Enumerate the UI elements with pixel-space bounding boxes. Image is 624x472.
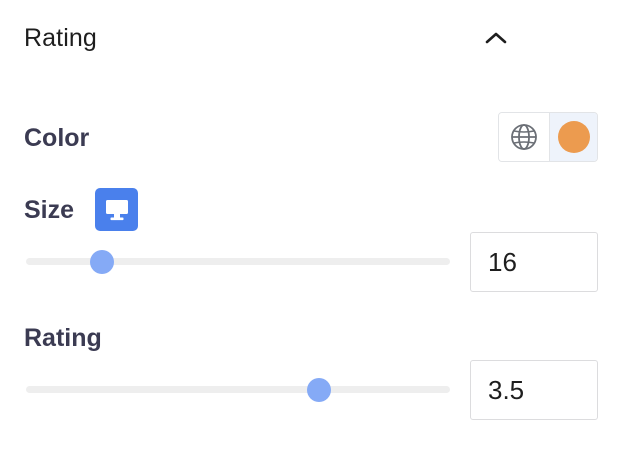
size-input[interactable] [470, 232, 598, 292]
size-label: Size [24, 196, 75, 224]
responsive-device-button[interactable] [95, 188, 138, 231]
rating-slider[interactable] [26, 378, 450, 402]
rating-settings-panel: Rating Color Size 16 Rating 3.5 [0, 0, 624, 472]
collapse-toggle[interactable] [480, 22, 512, 54]
color-control [498, 112, 598, 162]
globe-icon [511, 124, 537, 150]
rating-slider-thumb[interactable] [306, 378, 331, 402]
rating-input[interactable] [470, 360, 598, 420]
chevron-up-icon [485, 32, 507, 44]
panel-title: Rating [24, 24, 97, 52]
panel-header[interactable]: Rating [24, 18, 600, 62]
global-color-button[interactable] [499, 113, 550, 161]
color-label: Color [24, 124, 90, 152]
rating-label: Rating [24, 324, 102, 352]
size-slider-thumb[interactable] [90, 250, 115, 274]
size-slider[interactable] [26, 250, 450, 274]
rating-slider-track [26, 386, 450, 393]
desktop-icon [105, 199, 128, 220]
color-swatch [557, 121, 590, 153]
color-swatch-button[interactable] [550, 113, 597, 161]
